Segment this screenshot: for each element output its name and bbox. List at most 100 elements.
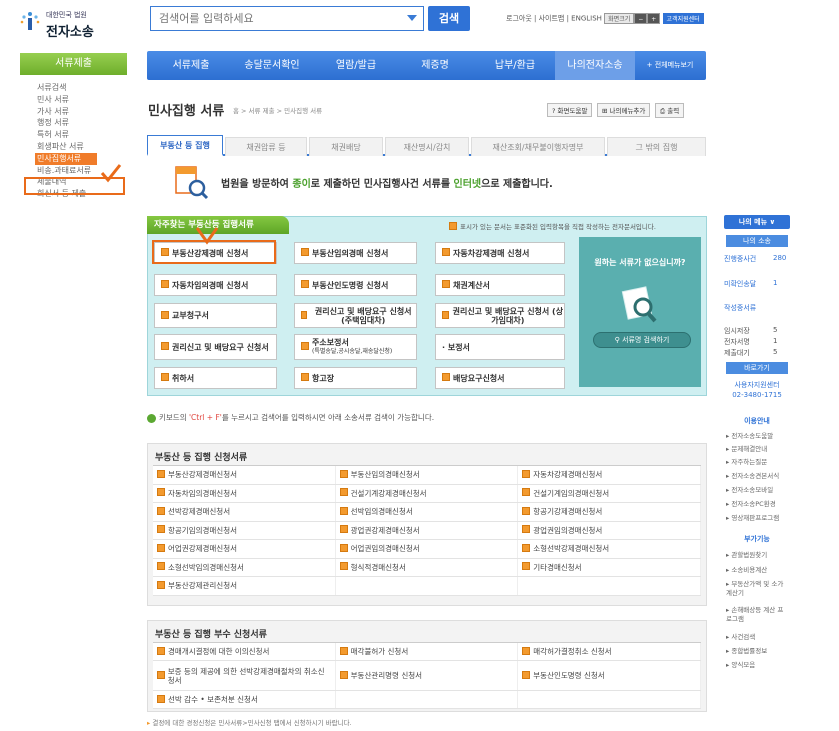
tab-other[interactable]: 그 밖의 집행: [607, 137, 706, 156]
doc-link[interactable]: 어업권강제경매신청서: [153, 540, 336, 558]
extra-link[interactable]: ▸ 양식모음: [726, 661, 755, 670]
doc-button[interactable]: 자동차임의경매 신청서: [154, 274, 277, 296]
doc-button[interactable]: 부동산인도명령 신청서: [294, 274, 417, 296]
sitemap-link[interactable]: 사이트맵: [539, 15, 565, 23]
doc-link[interactable]: 경매개시결정에 대한 이의신청서: [153, 643, 336, 660]
doc-link[interactable]: 항공기강제경매신청서: [518, 503, 701, 521]
doc-link[interactable]: 자동차강제경매신청서: [518, 466, 701, 484]
doc-link[interactable]: 부동산인도명령 신청서: [518, 661, 701, 690]
doc-link[interactable]: 자동차임의경매신청서: [153, 484, 336, 502]
usage-link[interactable]: ▸ 영상재판프로그램: [726, 514, 779, 523]
doc-button[interactable]: 배당요구신청서: [435, 367, 565, 389]
doc-link[interactable]: 형식적경매신청서: [336, 558, 519, 576]
doc-button[interactable]: 채권계산서: [435, 274, 565, 296]
doc-link[interactable]: 소형선박강제경매신청서: [518, 540, 701, 558]
tab-dividend[interactable]: 채권배당: [309, 137, 383, 156]
doc-link[interactable]: 선박임의경매신청서: [336, 503, 519, 521]
logout-link[interactable]: 로그아웃: [506, 15, 532, 23]
tab-asset-inquiry[interactable]: 재산조회/채무불이행자명부: [471, 137, 605, 156]
doc-link[interactable]: 광업권강제경매신청서: [336, 521, 519, 539]
stat-row[interactable]: 미확인송달 1: [724, 279, 788, 305]
doc-link[interactable]: 건설기계강제경매신청서: [336, 484, 519, 502]
zoom-in-button[interactable]: +: [647, 13, 661, 24]
left-menu-item[interactable]: 가사 서류: [37, 106, 97, 118]
usage-link[interactable]: ▸ 전자소송모바일: [726, 486, 773, 495]
doc-button[interactable]: 취하서: [154, 367, 277, 389]
usage-link[interactable]: ▸ 문제해결안내: [726, 445, 767, 454]
add-my-menu-button[interactable]: ⊞ 나의메뉴추가: [596, 103, 651, 117]
left-menu-item[interactable]: 특허 서류: [37, 129, 97, 141]
nav-item-payment[interactable]: 납부/환급: [475, 51, 555, 80]
doc-button[interactable]: 항고장: [294, 367, 417, 389]
nav-item-certificate[interactable]: 제증명: [395, 51, 475, 80]
stat-count: 280: [773, 254, 787, 262]
zoom-out-button[interactable]: −: [634, 13, 648, 24]
search-input[interactable]: [151, 7, 391, 30]
doc-link[interactable]: 매각허가결정취소 신청서: [518, 643, 701, 660]
tab-real-estate[interactable]: 부동산 등 집행: [147, 135, 223, 156]
doc-link[interactable]: 어업권임의경매신청서: [336, 540, 519, 558]
doc-search-button[interactable]: ⚲ 서류명 검색하기: [593, 332, 691, 348]
doc-link[interactable]: 부동산강제관리신청서: [153, 577, 336, 595]
extra-link[interactable]: ▸ 관할법원찾기: [726, 551, 767, 560]
extra-link[interactable]: ▸ 종합법률정보: [726, 647, 767, 656]
doc-link[interactable]: 부동산관리명령 신청서: [336, 661, 519, 690]
nav-item-my-suit[interactable]: 나의전자소송: [555, 51, 635, 80]
court-logo[interactable]: 대한민국 법원 전자소송: [20, 8, 125, 40]
doc-button[interactable]: 주소보정서 (특별송달,공시송달,재송달신청): [294, 334, 417, 360]
doc-link[interactable]: 보증 등의 제공에 의한 선박강제경매절차의 취소신청서: [153, 661, 336, 690]
doc-button[interactable]: 권리신고 및 배당요구 신청서 (주택임대차): [294, 303, 417, 328]
left-menu-item-active[interactable]: 민사집행서류: [35, 152, 97, 165]
tab-seizure[interactable]: 채권압류 등: [225, 137, 307, 156]
nav-item-submit[interactable]: 서류제출: [155, 51, 227, 80]
stat-row[interactable]: 작성중서류: [724, 303, 788, 313]
nav-item-view[interactable]: 열람/발급: [317, 51, 395, 80]
left-menu-item[interactable]: 회생파산 서류: [37, 141, 97, 153]
doc-button[interactable]: · 보정서: [435, 334, 565, 360]
help-center-button[interactable]: 고객지원센터: [662, 13, 704, 24]
left-menu-item[interactable]: 행정 서류: [37, 117, 97, 129]
doc-link[interactable]: 소형선박임의경매신청서: [153, 558, 336, 576]
extra-link[interactable]: ▸ 부동산가액 및 소가계산기: [726, 580, 786, 598]
doc-link[interactable]: 건설기계임의경매신청서: [518, 484, 701, 502]
left-menu-item[interactable]: 서류검색: [37, 82, 97, 94]
english-link[interactable]: ENGLISH: [571, 15, 602, 23]
left-menu-item[interactable]: 민사 서류: [37, 94, 97, 106]
extra-link[interactable]: ▸ 사건검색: [726, 633, 755, 642]
usage-link[interactable]: ▸ 전자소송견본서식: [726, 472, 779, 481]
doc-link[interactable]: 항공기임의경매신청서: [153, 521, 336, 539]
search-button[interactable]: 검색: [428, 6, 470, 31]
doc-link[interactable]: 매각불허가 신청서: [336, 643, 519, 660]
help-button[interactable]: ? 화면도움말: [547, 103, 593, 117]
doc-button[interactable]: 권리신고 및 배당요구 신청서 (상가임대차): [435, 303, 565, 328]
doc-link[interactable]: 선박강제경매신청서: [153, 503, 336, 521]
chevron-down-icon[interactable]: [407, 15, 417, 21]
nav-all-menu[interactable]: + 전체메뉴보기: [635, 51, 705, 80]
bookmark-icon: ⊞: [601, 107, 610, 115]
doc-link[interactable]: 선박 감수 • 보존처분 신청서: [153, 691, 336, 708]
doc-button[interactable]: 자동차강제경매 신청서: [435, 242, 565, 264]
usage-link[interactable]: ▸ 전자소송PC환경: [726, 500, 776, 509]
doc-link[interactable]: 부동산강제경매신청서: [153, 466, 336, 484]
doc-link[interactable]: 광업권임의경매신청서: [518, 521, 701, 539]
print-button[interactable]: ⎙ 출력: [654, 103, 685, 118]
tab-disclosure[interactable]: 재산명시/감치: [385, 137, 469, 156]
doc-link[interactable]: 부동산임의경매신청서: [336, 466, 519, 484]
stat-row[interactable]: 진행중사건 280: [724, 254, 788, 280]
extra-link[interactable]: ▸ 소송비용계산: [726, 566, 767, 575]
usage-link[interactable]: ▸ 자주하는질문: [726, 458, 767, 467]
usage-link[interactable]: ▸ 전자소송도움말: [726, 432, 773, 441]
stat-row[interactable]: 전자서명 1: [724, 337, 788, 347]
nav-item-delivery[interactable]: 송달문서확인: [227, 51, 317, 80]
my-menu-button[interactable]: 나의 메뉴 ∨: [724, 215, 790, 229]
left-menu-item[interactable]: 비송.과태료서류: [37, 165, 97, 177]
doc-button[interactable]: 교부청구서: [154, 303, 277, 328]
doc-button[interactable]: 부동산임의경매 신청서: [294, 242, 417, 264]
stat-row[interactable]: 제출대기 5: [724, 348, 788, 358]
empty-cell: [336, 691, 519, 708]
doc-button[interactable]: 권리신고 및 배당요구 신청서: [154, 334, 277, 360]
support-center[interactable]: 사용자지원센터 02-3480-1715: [726, 380, 788, 400]
extra-link[interactable]: ▸ 손해배상등 계산 프로그램: [726, 606, 786, 624]
doc-link[interactable]: 기타경매신청서: [518, 558, 701, 576]
stat-row[interactable]: 임시저장 5: [724, 326, 788, 336]
